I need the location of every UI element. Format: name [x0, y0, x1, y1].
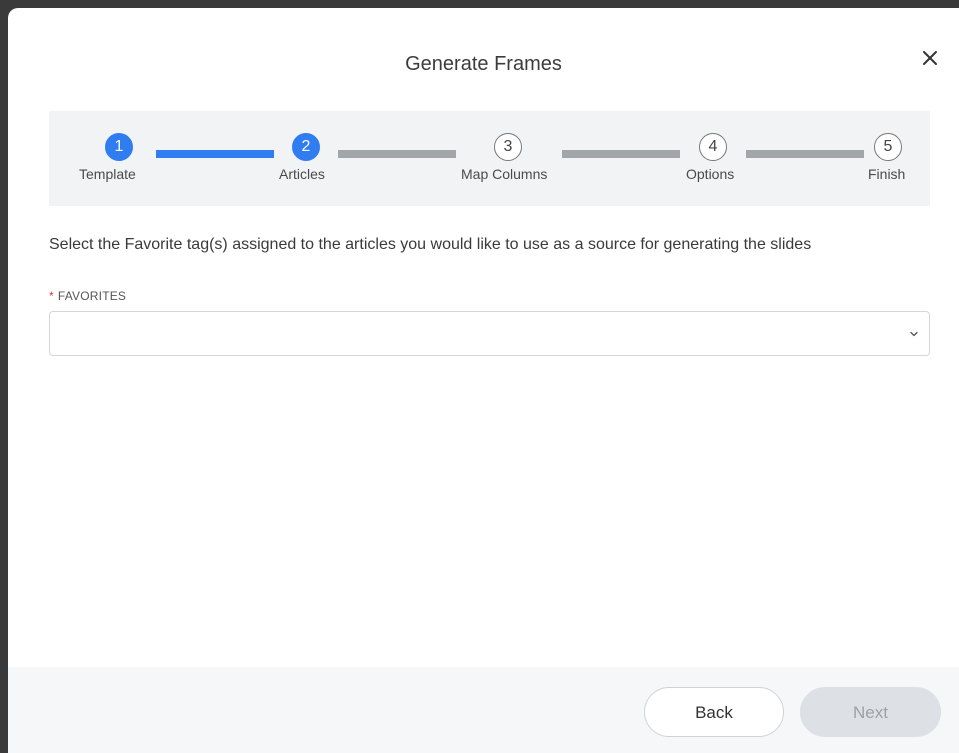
step-2-label: Articles: [279, 166, 325, 182]
progress-stepper: 1 Template 2 Articles 3 Map Columns 4 Op…: [49, 111, 930, 206]
required-mark: *: [49, 289, 54, 303]
step-5-circle: 5: [874, 133, 902, 161]
step-4-circle: 4: [699, 133, 727, 161]
generate-frames-dialog: Generate Frames 1 Template 2 Articles 3 …: [8, 8, 959, 753]
step-1-label: Template: [79, 166, 136, 182]
dialog-title: Generate Frames: [405, 53, 562, 75]
step-connector-3: [562, 150, 680, 158]
step-connector-2: [338, 150, 456, 158]
back-button[interactable]: Back: [644, 687, 784, 737]
step-connector-4: [746, 150, 864, 158]
step-5-label: Finish: [868, 166, 906, 182]
step-1-circle: 1: [105, 133, 133, 161]
step-2-circle: 2: [292, 133, 320, 161]
dialog-footer: Back Next: [8, 667, 959, 753]
step-3-circle: 3: [494, 133, 522, 161]
step-4-label: Options: [686, 166, 735, 182]
next-button[interactable]: Next: [800, 687, 941, 737]
favorites-label: * FAVORITES: [49, 289, 126, 303]
favorites-select[interactable]: [49, 311, 930, 356]
favorites-label-text: FAVORITES: [57, 289, 127, 303]
close-icon[interactable]: [918, 46, 942, 70]
instruction-text: Select the Favorite tag(s) assigned to t…: [49, 236, 812, 253]
step-3-label: Map Columns: [461, 166, 548, 182]
step-connector-1: [156, 150, 274, 158]
chevron-down-icon: [910, 331, 918, 337]
